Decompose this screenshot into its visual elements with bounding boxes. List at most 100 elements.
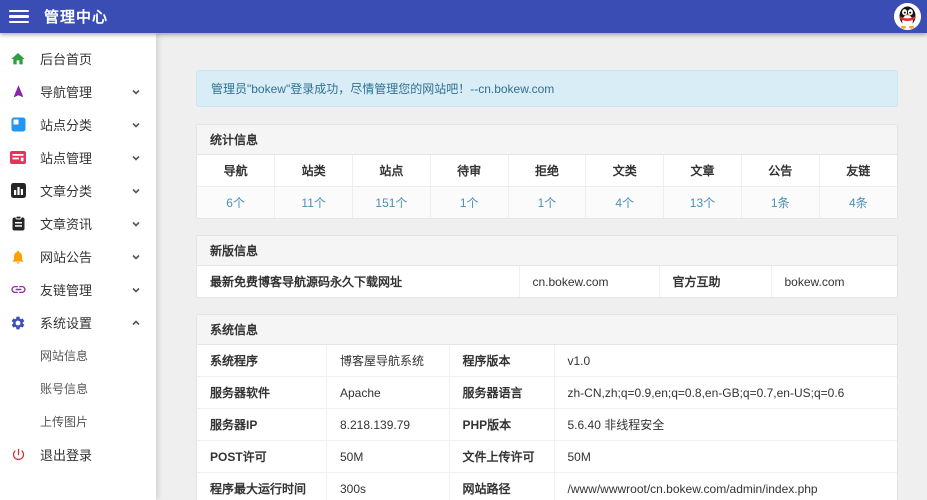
- download-link[interactable]: cn.bokew.com: [519, 266, 659, 297]
- stats-value-cell[interactable]: 1条: [741, 187, 819, 219]
- stats-value-cell[interactable]: 151个: [353, 187, 431, 219]
- system-value: 博客屋导航系统: [327, 345, 450, 377]
- sidebar-item-site-category[interactable]: 站点分类: [0, 108, 156, 141]
- chevron-up-icon: [131, 318, 141, 328]
- sidebar-item-label: 后台首页: [40, 49, 92, 68]
- hamburger-icon[interactable]: [9, 10, 29, 24]
- stats-value-cell[interactable]: 4个: [586, 187, 664, 219]
- chevron-down-icon: [131, 153, 141, 163]
- official-help-value: bokew.com: [771, 266, 897, 297]
- chevron-down-icon: [131, 186, 141, 196]
- sidebar-item-label: 文章分类: [40, 181, 92, 200]
- sidebar-item-system-settings[interactable]: 系统设置: [0, 306, 156, 339]
- chevron-down-icon: [131, 285, 141, 295]
- version-table: 最新免费博客导航源码永久下载网址 cn.bokew.com 官方互助 bokew…: [197, 266, 897, 297]
- avatar[interactable]: [894, 3, 921, 30]
- stats-value-cell[interactable]: 6个: [197, 187, 275, 219]
- sidebar-item-dashboard[interactable]: 后台首页: [0, 42, 156, 75]
- sidebar-item-article-category[interactable]: 文章分类: [0, 174, 156, 207]
- clipboard-icon: [9, 216, 27, 231]
- sidebar-item-label: 系统设置: [40, 313, 92, 332]
- stats-card: 统计信息 导航 站类 站点 待审 拒绝 文类 文章 公告 友链 6个 11个 1…: [196, 124, 898, 219]
- system-card-title: 系统信息: [197, 315, 897, 345]
- system-value: 50M: [554, 441, 897, 473]
- system-value: Apache: [327, 377, 450, 409]
- stats-header-row: 导航 站类 站点 待审 拒绝 文类 文章 公告 友链: [197, 155, 897, 187]
- sidebar-item-label: 站点分类: [40, 115, 92, 134]
- system-card: 系统信息 系统程序 博客屋导航系统 程序版本 v1.0 服务器软件 Apache…: [196, 314, 898, 500]
- system-row: 服务器软件 Apache 服务器语言 zh-CN,zh;q=0.9,en;q=0…: [197, 377, 897, 409]
- stats-value-cell[interactable]: 13个: [664, 187, 742, 219]
- sidebar-item-site-notice[interactable]: 网站公告: [0, 240, 156, 273]
- system-key: 程序版本: [449, 345, 554, 377]
- bell-icon: [9, 249, 27, 265]
- sidebar-item-label: 文章资讯: [40, 214, 92, 233]
- version-card: 新版信息 最新免费博客导航源码永久下载网址 cn.bokew.com 官方互助 …: [196, 235, 898, 298]
- version-row: 最新免费博客导航源码永久下载网址 cn.bokew.com 官方互助 bokew…: [197, 266, 897, 297]
- stats-value-cell[interactable]: 11个: [275, 187, 353, 219]
- stats-value-cell[interactable]: 1个: [430, 187, 508, 219]
- app-title: 管理中心: [44, 6, 108, 27]
- sidebar-item-nav-manage[interactable]: 导航管理: [0, 75, 156, 108]
- system-value: 8.218.139.79: [327, 409, 450, 441]
- link-icon: [9, 281, 27, 298]
- system-key: 系统程序: [197, 345, 327, 377]
- sidebar-item-logout[interactable]: 退出登录: [0, 438, 156, 471]
- gear-icon: [9, 315, 27, 331]
- sidebar-subitem-site-info[interactable]: 网站信息: [0, 339, 156, 372]
- sidebar-item-label: 网站公告: [40, 247, 92, 266]
- system-value: 300s: [327, 473, 450, 500]
- system-value: v1.0: [554, 345, 897, 377]
- welcome-alert: 管理员"bokew"登录成功，尽情管理您的网站吧！--cn.bokew.com: [196, 70, 898, 107]
- site-list-icon: [9, 151, 27, 164]
- topbar: 管理中心: [0, 0, 927, 33]
- sidebar-subitem-upload-image[interactable]: 上传图片: [0, 405, 156, 438]
- stats-value-cell[interactable]: 4条: [819, 187, 897, 219]
- stats-header-cell: 待审: [430, 155, 508, 187]
- sidebar-item-article-news[interactable]: 文章资讯: [0, 207, 156, 240]
- system-key: POST许可: [197, 441, 327, 473]
- sidebar-item-friend-links[interactable]: 友链管理: [0, 273, 156, 306]
- stats-header-cell: 友链: [819, 155, 897, 187]
- sidebar-subitem-account-info[interactable]: 账号信息: [0, 372, 156, 405]
- sidebar-item-site-manage[interactable]: 站点管理: [0, 141, 156, 174]
- chevron-down-icon: [131, 252, 141, 262]
- sidebar-item-label: 友链管理: [40, 280, 92, 299]
- system-row: POST许可 50M 文件上传许可 50M: [197, 441, 897, 473]
- qq-penguin-avatar-icon: [894, 17, 921, 30]
- system-row: 系统程序 博客屋导航系统 程序版本 v1.0: [197, 345, 897, 377]
- stats-table: 导航 站类 站点 待审 拒绝 文类 文章 公告 友链 6个 11个 151个 1…: [197, 155, 897, 218]
- home-icon: [9, 51, 27, 67]
- sidebar: 后台首页 导航管理 站点分类 站点管理 文章分类: [0, 33, 156, 500]
- sidebar-item-label: 退出登录: [40, 445, 92, 464]
- stats-value-row: 6个 11个 151个 1个 1个 4个 13个 1条 4条: [197, 187, 897, 219]
- chevron-down-icon: [131, 219, 141, 229]
- sidebar-item-label: 站点管理: [40, 148, 92, 167]
- system-key: 服务器语言: [449, 377, 554, 409]
- main-content: 管理员"bokew"登录成功，尽情管理您的网站吧！--cn.bokew.com …: [156, 33, 927, 500]
- system-value: 5.6.40 非线程安全: [554, 409, 897, 441]
- category-icon: [9, 117, 27, 132]
- system-row: 服务器IP 8.218.139.79 PHP版本 5.6.40 非线程安全: [197, 409, 897, 441]
- stats-value-cell[interactable]: 1个: [508, 187, 586, 219]
- system-key: PHP版本: [449, 409, 554, 441]
- chevron-down-icon: [131, 87, 141, 97]
- system-key: 服务器软件: [197, 377, 327, 409]
- stats-header-cell: 导航: [197, 155, 275, 187]
- system-table: 系统程序 博客屋导航系统 程序版本 v1.0 服务器软件 Apache 服务器语…: [197, 345, 897, 500]
- system-key: 服务器IP: [197, 409, 327, 441]
- system-row: 程序最大运行时间 300s 网站路径 /www/wwwroot/cn.bokew…: [197, 473, 897, 500]
- system-value: 50M: [327, 441, 450, 473]
- stats-header-cell: 文类: [586, 155, 664, 187]
- version-label: 最新免费博客导航源码永久下载网址: [197, 266, 519, 297]
- version-card-title: 新版信息: [197, 236, 897, 266]
- main-area: 管理员"bokew"登录成功，尽情管理您的网站吧！--cn.bokew.com …: [156, 33, 927, 500]
- official-help-label: 官方互助: [659, 266, 771, 297]
- system-key: 文件上传许可: [449, 441, 554, 473]
- system-value: /www/wwwroot/cn.bokew.com/admin/index.ph…: [554, 473, 897, 500]
- stats-header-cell: 站类: [275, 155, 353, 187]
- power-icon: [9, 447, 27, 462]
- navigation-icon: [9, 84, 27, 99]
- sidebar-item-label: 导航管理: [40, 82, 92, 101]
- stats-header-cell: 站点: [353, 155, 431, 187]
